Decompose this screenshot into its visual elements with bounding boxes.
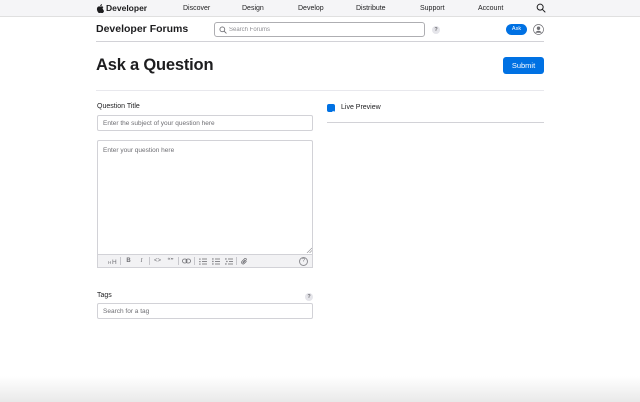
live-preview-checkbox[interactable] [327, 104, 335, 116]
header-divider [96, 90, 544, 91]
bulleted-list-button[interactable] [209, 255, 222, 267]
developer-brand-text: Developer [106, 3, 148, 13]
svg-text:H: H [112, 259, 117, 265]
tags-help-icon[interactable]: ? [305, 293, 313, 301]
link-icon [182, 258, 191, 264]
nav-link-distribute[interactable]: Distribute [356, 5, 386, 12]
question-title-input[interactable] [97, 115, 313, 131]
paperclip-icon [241, 257, 247, 264]
submit-button[interactable]: Submit [503, 57, 544, 74]
attach-button[interactable] [238, 255, 251, 267]
developer-home-link[interactable]: Developer [96, 3, 147, 13]
forums-subnav: Developer Forums ? Ask [96, 17, 544, 42]
footer-fade [0, 376, 640, 402]
search-icon [219, 26, 227, 34]
toolbar-separator [149, 257, 150, 265]
editor-toolbar: H H B I <> “” ? [97, 254, 313, 268]
forums-title[interactable]: Developer Forums [96, 23, 188, 35]
user-avatar-icon[interactable] [533, 24, 544, 35]
nav-link-develop[interactable]: Develop [298, 5, 324, 12]
resize-handle-icon[interactable] [306, 247, 312, 253]
heading-button[interactable]: H H [106, 255, 119, 267]
live-preview-label[interactable]: Live Preview [341, 104, 381, 111]
ask-button[interactable]: Ask [506, 24, 527, 35]
editor-help-icon[interactable]: ? [299, 256, 308, 266]
search-icon[interactable] [536, 3, 546, 13]
global-nav: Developer Discover Design Develop Distri… [0, 0, 640, 17]
apple-logo-icon [96, 3, 104, 13]
forum-search-box[interactable] [214, 22, 425, 37]
question-body-textarea[interactable] [97, 140, 313, 254]
preview-divider [327, 122, 544, 123]
link-button[interactable] [180, 255, 193, 267]
quote-button[interactable]: “” [164, 255, 177, 267]
numbered-list-icon [198, 258, 207, 265]
code-button[interactable]: <> [151, 255, 164, 267]
nav-link-support[interactable]: Support [420, 5, 445, 12]
toolbar-separator [178, 257, 179, 265]
nav-link-design[interactable]: Design [242, 5, 264, 12]
question-title-label: Question Title [97, 103, 140, 110]
nav-link-discover[interactable]: Discover [183, 5, 210, 12]
toolbar-separator [120, 257, 121, 265]
nav-link-account[interactable]: Account [478, 5, 503, 12]
italic-button[interactable]: I [135, 255, 148, 267]
checkmark-icon [328, 110, 334, 116]
numbered-list-button[interactable] [196, 255, 209, 267]
forum-search-input[interactable] [229, 25, 419, 35]
bulleted-list-icon [211, 257, 220, 265]
indent-list-button[interactable] [222, 255, 235, 267]
tags-label: Tags [97, 292, 112, 299]
bold-button[interactable]: B [122, 255, 135, 267]
tags-search-input[interactable] [97, 303, 313, 319]
search-help-icon[interactable]: ? [432, 26, 440, 34]
svg-text:H: H [108, 260, 111, 265]
page-title: Ask a Question [96, 56, 214, 74]
heading-icon: H H [108, 259, 117, 265]
toolbar-separator [194, 257, 195, 265]
indent-list-icon [224, 257, 233, 265]
toolbar-separator [236, 257, 237, 265]
